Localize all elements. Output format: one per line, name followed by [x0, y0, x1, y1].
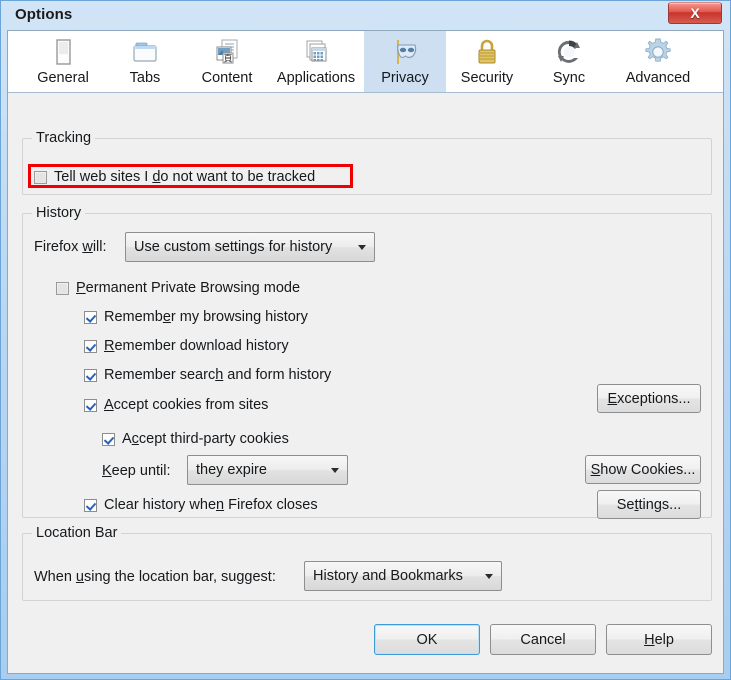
clear-history-label: Clear history when Firefox closes: [104, 497, 318, 513]
help-button[interactable]: Help: [606, 624, 712, 655]
remember-search-row[interactable]: Remember search and form history: [84, 367, 331, 383]
tab-label: General: [37, 70, 89, 86]
ok-button[interactable]: OK: [374, 624, 480, 655]
accept-thirdparty-checkbox[interactable]: [102, 432, 115, 446]
location-bar-group-title: Location Bar: [32, 525, 122, 541]
do-not-track-label: Tell web sites I do not want to be track…: [54, 169, 316, 185]
suggest-label: When using the location bar, suggest:: [34, 569, 276, 585]
history-group-title: History: [32, 205, 86, 221]
chevron-down-icon: [331, 468, 339, 473]
window-title: Options: [15, 6, 73, 23]
tab-label: Advanced: [625, 70, 691, 86]
accept-cookies-row[interactable]: Accept cookies from sites: [84, 397, 268, 413]
remember-download-row[interactable]: Remember download history: [84, 338, 289, 354]
tab-label: Security: [460, 70, 514, 86]
accept-cookies-checkbox[interactable]: [84, 398, 97, 412]
browser-window-icon: [56, 39, 71, 65]
options-dialog: General Tabs 頁 Content Applications Priv…: [7, 30, 724, 674]
permanent-private-checkbox[interactable]: [56, 281, 69, 295]
chevron-down-icon: [485, 574, 493, 579]
suggest-value: History and Bookmarks: [313, 568, 463, 584]
close-icon[interactable]: X: [668, 2, 722, 24]
tracking-group: Tracking: [22, 130, 712, 195]
tab-tabs[interactable]: Tabs: [104, 31, 186, 92]
remember-browsing-checkbox[interactable]: [84, 310, 97, 324]
tab-applications[interactable]: Applications: [268, 31, 364, 92]
settings-button[interactable]: Se t tings...: [597, 490, 701, 519]
sync-arrows-icon: [557, 40, 580, 63]
remember-download-checkbox[interactable]: [84, 339, 97, 353]
titlebar: Options X: [7, 1, 724, 30]
remember-download-label: Remember download history: [104, 338, 289, 354]
accept-thirdparty-row[interactable]: Accept third-party cookies: [102, 431, 289, 447]
tab-advanced[interactable]: Advanced: [610, 31, 706, 92]
tab-security[interactable]: Security: [446, 31, 528, 92]
options-tabstrip: General Tabs 頁 Content Applications Priv…: [8, 31, 723, 93]
tab-label: Applications: [276, 70, 356, 86]
tab-label: Content: [201, 70, 253, 86]
keep-until-label: Keep until:: [102, 463, 171, 479]
remember-search-label: Remember search and form history: [104, 367, 332, 383]
tab-general[interactable]: General: [22, 31, 104, 92]
clear-history-row[interactable]: Clear history when Firefox closes: [84, 497, 318, 513]
tab-label: Sync: [552, 70, 586, 86]
tab-privacy[interactable]: Privacy: [364, 31, 446, 92]
permanent-private-row[interactable]: Permanent Private Browsing mode: [56, 280, 300, 296]
permanent-private-label: Permanent Private Browsing mode: [76, 280, 301, 296]
do-not-track-checkbox[interactable]: [34, 170, 47, 184]
tab-sync[interactable]: Sync: [528, 31, 610, 92]
firefox-will-label: Firefox will:: [34, 239, 107, 255]
tab-label: Privacy: [381, 70, 429, 86]
padlock-icon: [478, 39, 496, 64]
remember-browsing-label: Remember my browsing history: [104, 309, 308, 325]
documents-image-icon: 頁: [216, 39, 238, 65]
accept-cookies-label: Accept cookies from sites: [104, 397, 269, 413]
clear-history-checkbox[interactable]: [84, 498, 97, 512]
exceptions-button[interactable]: Exceptions...: [597, 384, 701, 413]
accept-thirdparty-label: Accept third-party cookies: [122, 431, 289, 447]
keep-until-value: they expire: [196, 462, 267, 478]
show-cookies-button[interactable]: Show Cookies...: [585, 455, 701, 484]
options-window: Options X General Tabs 頁 Content Applica…: [0, 0, 731, 680]
tracking-group-title: Tracking: [32, 130, 96, 146]
firefox-will-dropdown[interactable]: Use custom settings for history: [125, 232, 375, 262]
chevron-down-icon: [358, 245, 366, 250]
svg-text:頁: 頁: [223, 54, 232, 65]
keep-until-dropdown[interactable]: they expire: [187, 455, 348, 485]
do-not-track-row[interactable]: Tell web sites I do not want to be track…: [34, 169, 315, 185]
cancel-button[interactable]: Cancel: [490, 624, 596, 655]
suggest-dropdown[interactable]: History and Bookmarks: [304, 561, 502, 591]
firefox-will-value: Use custom settings for history: [134, 239, 333, 255]
app-windows-icon: [306, 40, 327, 62]
tab-content[interactable]: 頁 Content: [186, 31, 268, 92]
mask-icon: [397, 40, 417, 64]
remember-search-checkbox[interactable]: [84, 368, 97, 382]
folder-tabs-icon: [133, 42, 157, 62]
tab-label: Tabs: [129, 70, 161, 86]
remember-browsing-row[interactable]: Remember my browsing history: [84, 309, 308, 325]
gear-icon: [645, 38, 671, 62]
